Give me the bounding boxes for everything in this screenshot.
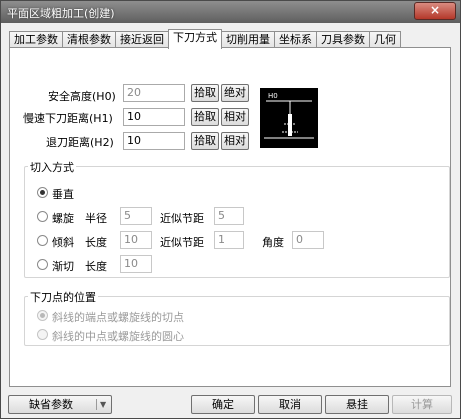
tab-plunge-method[interactable]: 下刀方式 — [168, 29, 222, 49]
entry-midpoint-radio[interactable] — [37, 329, 48, 340]
defaults-divider — [96, 399, 97, 410]
tab-bar: 加工参数 清根参数 接近返回 下刀方式 切削用量 坐标系 刀具参数 几何 — [9, 29, 401, 49]
tangent-label: 渐切 — [52, 260, 74, 273]
retract-distance-pick-button[interactable]: 拾取 — [191, 132, 219, 150]
retract-distance-relative-button[interactable]: 相对 — [221, 132, 249, 150]
window-title: 平面区域粗加工(创建) — [7, 7, 115, 20]
slow-plunge-input[interactable]: 10 — [123, 108, 185, 126]
title-bar[interactable]: 平面区域粗加工(创建) × — [1, 1, 460, 23]
ramp-length-label: 长度 — [85, 236, 107, 249]
ramp-angle-input[interactable]: 0 — [292, 231, 324, 249]
plunge-panel: 安全高度(H0) 20 拾取 绝对 慢速下刀距离(H1) 10 拾取 相对 退刀… — [9, 47, 451, 387]
vertical-radio[interactable] — [37, 187, 48, 198]
slow-plunge-label: 慢速下刀距离(H1) — [23, 112, 113, 125]
slow-plunge-relative-button[interactable]: 相对 — [221, 108, 249, 126]
tab-tool-params[interactable]: 刀具参数 — [316, 31, 370, 48]
spiral-radius-label: 半径 — [85, 212, 107, 225]
tab-corner-clean[interactable]: 清根参数 — [62, 31, 116, 48]
calculate-button[interactable]: 计算 — [392, 395, 452, 414]
safe-height-pick-button[interactable]: 拾取 — [191, 84, 219, 102]
spiral-label: 螺旋 — [52, 212, 74, 225]
spiral-pitch-input[interactable]: 5 — [214, 207, 244, 225]
cut-in-method-title: 切入方式 — [28, 159, 76, 175]
tangent-length-label: 长度 — [85, 260, 107, 273]
spiral-radio[interactable] — [37, 211, 48, 222]
defaults-button-label: 缺省参数 — [29, 398, 73, 411]
ramp-pitch-label: 近似节距 — [160, 236, 204, 249]
tangent-length-input[interactable]: 10 — [120, 255, 152, 273]
spiral-radius-input[interactable]: 5 — [120, 207, 152, 225]
ramp-radio[interactable] — [37, 235, 48, 246]
chevron-down-icon[interactable]: ▼ — [100, 396, 106, 413]
ramp-pitch-input[interactable]: 1 — [214, 231, 244, 249]
tangent-radio[interactable] — [37, 259, 48, 270]
safe-height-absolute-button[interactable]: 绝对 — [221, 84, 249, 102]
safe-height-label: 安全高度(H0) — [48, 90, 116, 103]
ramp-label: 倾斜 — [52, 236, 74, 249]
entry-point-title: 下刀点的位置 — [28, 289, 98, 305]
height-preview-image: H0 — [260, 88, 318, 148]
entry-endpoint-label: 斜线的端点或螺旋线的切点 — [52, 311, 184, 324]
dialog-body: 加工参数 清根参数 接近返回 下刀方式 切削用量 坐标系 刀具参数 几何 安全高… — [5, 23, 456, 414]
cancel-button[interactable]: 取消 — [258, 395, 322, 414]
slow-plunge-pick-button[interactable]: 拾取 — [191, 108, 219, 126]
defaults-button[interactable]: 缺省参数 ▼ — [8, 395, 112, 414]
retract-distance-input[interactable]: 10 — [123, 132, 185, 150]
safe-height-input[interactable]: 20 — [123, 84, 185, 102]
tab-approach-retract[interactable]: 接近返回 — [115, 31, 169, 48]
ramp-length-input[interactable]: 10 — [120, 231, 152, 249]
retract-distance-label: 退刀距离(H2) — [46, 136, 114, 149]
tab-geometry[interactable]: 几何 — [369, 31, 401, 48]
dialog-window: 平面区域粗加工(创建) × 加工参数 清根参数 接近返回 下刀方式 切削用量 坐… — [0, 0, 461, 419]
entry-endpoint-radio[interactable] — [37, 310, 48, 321]
close-button[interactable]: × — [414, 2, 456, 20]
spiral-pitch-label: 近似节距 — [160, 212, 204, 225]
ramp-angle-label: 角度 — [262, 236, 284, 249]
entry-midpoint-label: 斜线的中点或螺旋线的圆心 — [52, 330, 184, 343]
vertical-label: 垂直 — [52, 188, 74, 201]
suspend-button[interactable]: 悬挂 — [325, 395, 389, 414]
preview-diagram: H0 — [264, 92, 314, 139]
tab-coordinate-system[interactable]: 坐标系 — [274, 31, 317, 48]
tab-cutting-feeds[interactable]: 切削用量 — [221, 31, 275, 48]
tab-machining-params[interactable]: 加工参数 — [9, 31, 63, 48]
ok-button[interactable]: 确定 — [191, 395, 255, 414]
preview-h0-text: H0 — [268, 92, 278, 100]
